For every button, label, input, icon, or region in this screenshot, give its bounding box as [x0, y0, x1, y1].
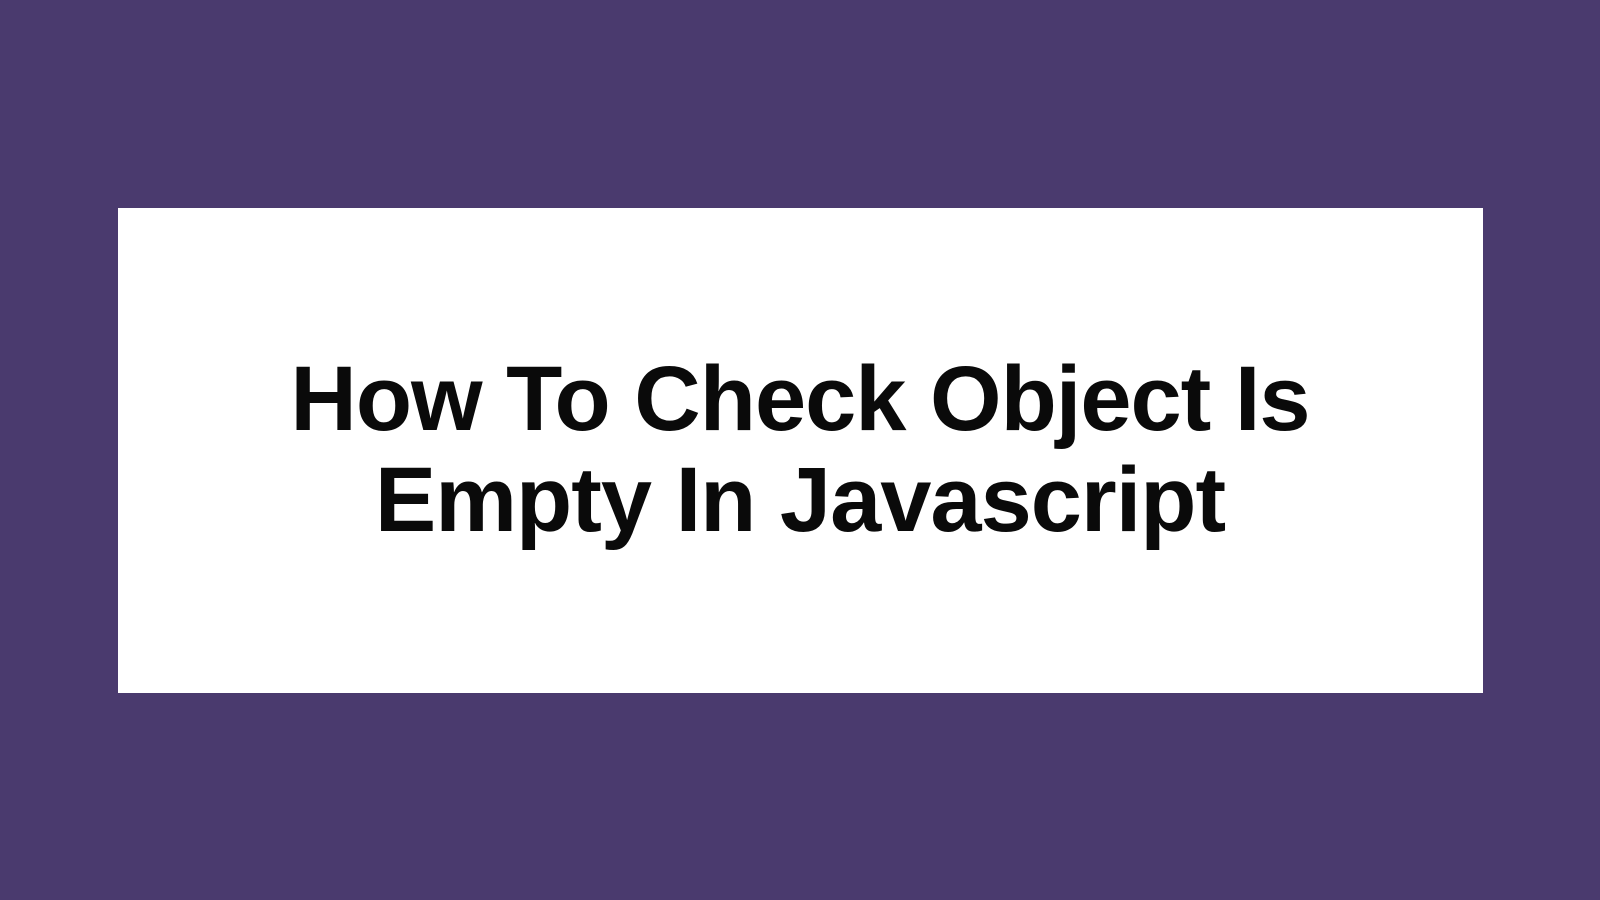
title-card: How To Check Object Is Empty In Javascri… — [118, 208, 1483, 693]
page-title: How To Check Object Is Empty In Javascri… — [158, 349, 1443, 551]
